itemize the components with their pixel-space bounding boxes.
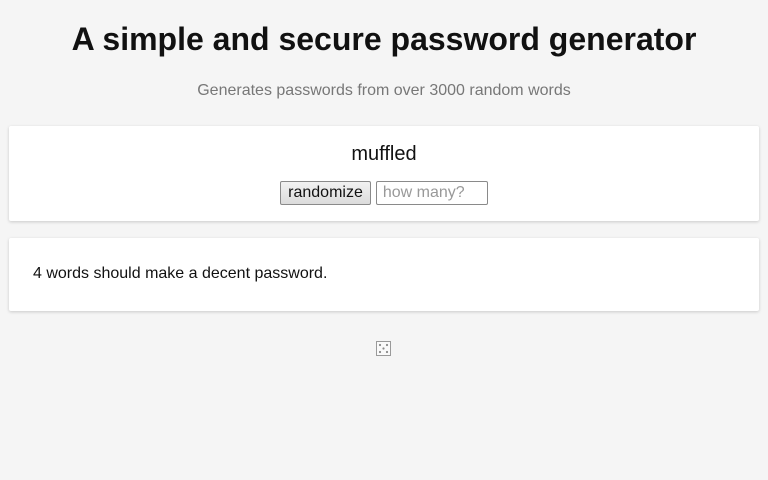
- tip-card: 4 words should make a decent password.: [9, 238, 759, 311]
- word-count-input[interactable]: [375, 181, 488, 205]
- page-title: A simple and secure password generator: [71, 21, 697, 57]
- page-subtitle: Generates passwords from over 3000 rando…: [197, 82, 571, 99]
- generator-controls: randomize: [9, 181, 759, 205]
- generated-word: muffled: [351, 143, 417, 165]
- page: A simple and secure password generator G…: [0, 0, 768, 480]
- randomize-button[interactable]: randomize: [280, 181, 371, 205]
- generator-card: muffled randomize: [9, 126, 759, 221]
- tip-text: 4 words should make a decent password.: [33, 265, 328, 282]
- dice-icon[interactable]: [376, 341, 391, 356]
